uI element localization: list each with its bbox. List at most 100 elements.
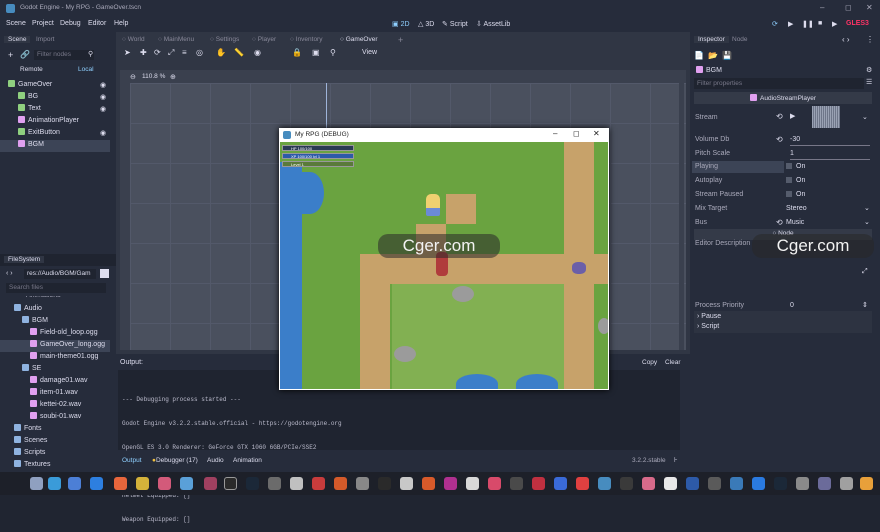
app-icon[interactable]: [444, 477, 457, 490]
expand-icon[interactable]: ⤢: [862, 268, 868, 276]
folder-fonts[interactable]: Fonts: [0, 424, 110, 436]
steam-tray-icon[interactable]: [774, 477, 787, 490]
back-icon[interactable]: ‹ ›: [6, 270, 13, 277]
firefox-icon[interactable]: [114, 477, 127, 490]
tab-filesystem[interactable]: FileSystem: [4, 256, 45, 263]
chrome-icon[interactable]: [136, 477, 149, 490]
visibility-icon[interactable]: ◉: [100, 93, 106, 101]
move-tool-icon[interactable]: ✚: [140, 48, 147, 57]
snap-icon[interactable]: ◉: [254, 48, 261, 57]
minimize-icon[interactable]: –: [553, 129, 557, 138]
zoom-out-icon[interactable]: ⊖: [130, 73, 136, 81]
app-icon[interactable]: [466, 477, 479, 490]
reset-icon[interactable]: ⟲: [776, 135, 783, 144]
network-icon[interactable]: [30, 477, 43, 490]
epic-games-icon[interactable]: [224, 477, 237, 490]
volume-slider[interactable]: [790, 145, 870, 146]
checkbox-icon[interactable]: [786, 163, 792, 169]
visibility-icon[interactable]: ◉: [100, 81, 106, 89]
steam-icon[interactable]: [246, 477, 259, 490]
filter-icon[interactable]: ☰: [866, 78, 872, 86]
voice-app-icon[interactable]: [312, 477, 325, 490]
pause-icon[interactable]: ❚❚: [802, 20, 814, 28]
windows-start-icon[interactable]: [48, 477, 61, 490]
tree-node-bg[interactable]: BG: [0, 92, 110, 104]
workspace-2d[interactable]: ▣ 2D: [392, 20, 410, 28]
app-icon[interactable]: [488, 477, 501, 490]
folder-textures[interactable]: Textures: [0, 460, 110, 468]
menu-project[interactable]: Project: [32, 20, 54, 27]
checkbox-icon[interactable]: [786, 191, 792, 197]
load-resource-icon[interactable]: 📂: [708, 51, 718, 60]
app-icon[interactable]: [532, 477, 545, 490]
app-icon[interactable]: [204, 477, 217, 490]
object-properties-icon[interactable]: ⚙: [866, 66, 872, 74]
maximize-icon[interactable]: ◻: [845, 3, 852, 12]
path-field[interactable]: res://Audio/BGM/Gam: [24, 269, 96, 279]
viewport-scrollbar[interactable]: [679, 83, 684, 350]
zoom-level[interactable]: 110.8 %: [142, 73, 165, 80]
local-button[interactable]: Local: [78, 66, 94, 73]
new-resource-icon[interactable]: 📄: [694, 51, 704, 60]
prop-paused-value[interactable]: On: [796, 191, 805, 198]
history-icon[interactable]: ⋮: [866, 35, 874, 44]
tab-gameover[interactable]: ○ GameOver: [336, 36, 382, 43]
app-icon[interactable]: [686, 477, 699, 490]
file-gameover-long[interactable]: GameOver_long.ogg: [0, 340, 110, 352]
copy-button[interactable]: Copy: [642, 359, 657, 366]
app-icon[interactable]: [400, 477, 413, 490]
stop-icon[interactable]: ■: [818, 20, 822, 27]
app-icon[interactable]: [860, 477, 873, 490]
menu-help[interactable]: Help: [114, 20, 128, 27]
save-resource-icon[interactable]: 💾: [722, 51, 732, 60]
add-tab-icon[interactable]: +: [398, 35, 403, 45]
pitch-slider[interactable]: [790, 159, 870, 160]
file-kettei02[interactable]: kettei-02.wav: [0, 400, 110, 412]
folder-bgm[interactable]: BGM: [0, 316, 110, 328]
prop-volume-value[interactable]: -30: [790, 136, 800, 143]
app-icon[interactable]: [290, 477, 303, 490]
app-icon[interactable]: [422, 477, 435, 490]
folder-animations[interactable]: Animations: [0, 296, 110, 304]
script-section[interactable]: › Script: [697, 323, 719, 330]
edge-browser-icon[interactable]: [90, 477, 103, 490]
file-item01[interactable]: item-01.wav: [0, 388, 110, 400]
menu-scene[interactable]: Scene: [6, 20, 26, 27]
bone-icon[interactable]: ⚲: [330, 48, 336, 57]
prop-bus-value[interactable]: Music: [786, 219, 804, 226]
prop-autoplay-value[interactable]: On: [796, 177, 805, 184]
reset-icon[interactable]: ⟲: [776, 218, 783, 227]
app-icon[interactable]: [818, 477, 831, 490]
spinner-icon[interactable]: ⇕: [862, 301, 868, 309]
visibility-icon[interactable]: ◉: [100, 105, 106, 113]
file-damage01[interactable]: damage01.wav: [0, 376, 110, 388]
file-main-theme[interactable]: main-theme01.ogg: [0, 352, 110, 364]
tree-node-animationplayer[interactable]: AnimationPlayer: [0, 116, 110, 128]
prop-playing-value[interactable]: On: [796, 163, 805, 170]
waveform-preview[interactable]: [812, 106, 840, 128]
group-icon[interactable]: ▣: [312, 48, 320, 57]
app-icon[interactable]: [730, 477, 743, 490]
filter-nodes-input[interactable]: Filter nodes: [34, 50, 94, 60]
history-back-icon[interactable]: ‹ ›: [842, 35, 850, 44]
workspace-3d[interactable]: △ 3D: [418, 20, 434, 28]
bottom-tab-debugger[interactable]: ●Debugger (17): [152, 457, 198, 464]
app-icon[interactable]: [708, 477, 721, 490]
tab-node[interactable]: Node: [732, 36, 748, 43]
checkbox-icon[interactable]: [786, 177, 792, 183]
renderer-label[interactable]: GLES3: [846, 20, 869, 27]
pin-icon[interactable]: ⊦: [674, 456, 678, 464]
folder-scripts[interactable]: Scripts: [0, 448, 110, 460]
prop-pitch-value[interactable]: 1: [790, 150, 794, 157]
pause-section[interactable]: › Pause: [697, 313, 721, 320]
pivot-tool-icon[interactable]: ◎: [196, 48, 203, 57]
split-icon[interactable]: [100, 269, 109, 278]
bottom-tab-animation[interactable]: Animation: [233, 457, 262, 464]
tab-world[interactable]: ○ World: [122, 36, 145, 43]
tree-node-bgm[interactable]: BGM: [0, 140, 110, 152]
tree-node-gameover[interactable]: GameOver: [0, 80, 110, 92]
lock-icon[interactable]: 🔒: [292, 48, 302, 57]
tree-node-exitbutton[interactable]: ExitButton: [0, 128, 110, 140]
dropdown-icon[interactable]: ⌄: [864, 218, 870, 226]
tab-settings[interactable]: ○ Settings: [210, 36, 239, 43]
